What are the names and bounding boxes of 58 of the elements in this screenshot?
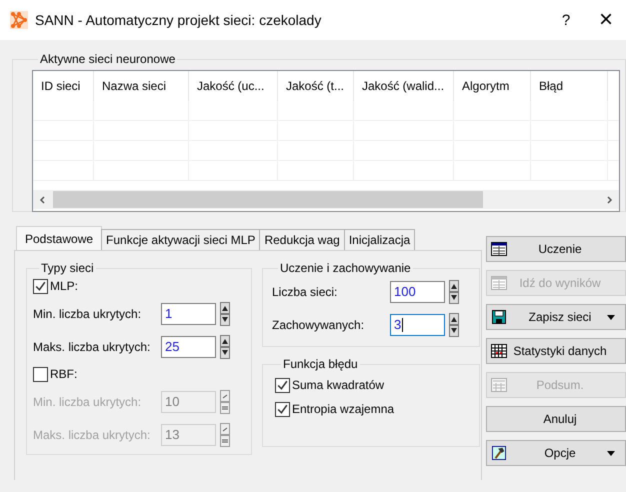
field-label: Liczba sieci:	[272, 284, 338, 298]
network-icon	[10, 11, 28, 29]
field-label: Zachowywanych:	[272, 318, 366, 332]
window-title: SANN - Automatyczny projekt sieci: czekolady	[35, 12, 322, 28]
action-button[interactable]: Uczenie	[486, 236, 626, 262]
spin-arrows-icon[interactable]	[219, 334, 231, 358]
column-header[interactable]: Nazwa sieci	[94, 71, 189, 101]
table-icon	[491, 276, 507, 290]
action-button[interactable]: Zapisz sieci	[486, 304, 626, 330]
tab[interactable]: Funkcje aktywacji sieci MLP	[101, 229, 260, 250]
group-title: Aktywne sieci neuronowe	[39, 52, 176, 66]
column-header[interactable]: Algorytm	[454, 71, 531, 101]
column-header[interactable]: Jakość (uc...	[189, 71, 278, 101]
field-label: Maks. liczba ukrytych:	[33, 428, 152, 442]
group-title: Funkcja błędu	[282, 357, 359, 371]
table-icon	[491, 378, 507, 392]
checkbox[interactable]	[33, 278, 48, 294]
tab[interactable]: Inicjalizacja	[344, 229, 416, 250]
group-title: Uczenie i zachowywanie	[279, 261, 412, 275]
column-header[interactable]: Jakość (walid...	[354, 71, 454, 101]
table-cell	[33, 141, 94, 161]
column-header[interactable]: ID sieci	[33, 71, 94, 101]
table-cell	[33, 101, 94, 121]
spin-arrows-icon[interactable]	[219, 422, 231, 446]
spin-field[interactable]: 100	[390, 280, 445, 302]
scroll-thumb[interactable]	[53, 191, 483, 208]
checkbox[interactable]	[33, 366, 48, 382]
hammer-icon	[491, 446, 507, 460]
spin-arrows-icon[interactable]	[219, 302, 231, 326]
group-title: Typy sieci	[40, 261, 95, 275]
action-button[interactable]: Opcje	[486, 440, 626, 466]
column-header[interactable]: Jakość (t...	[278, 71, 354, 101]
help-button[interactable]: ?	[546, 12, 586, 28]
spin-arrows-icon[interactable]	[219, 390, 231, 414]
field-label: Min. liczba ukrytych:	[33, 394, 142, 408]
checkbox-label: Suma kwadratów	[292, 378, 384, 392]
field-label: Maks. liczba ukrytych:	[33, 340, 152, 354]
action-button[interactable]: Anuluj	[486, 406, 626, 432]
table-cell	[33, 161, 94, 181]
spin-field[interactable]: 1	[161, 302, 216, 324]
checkbox-label: MLP:	[50, 279, 78, 293]
tab[interactable]: Podstawowe	[16, 226, 102, 250]
spin-field[interactable]: 25	[161, 336, 216, 358]
grid-icon	[491, 344, 507, 358]
checkbox[interactable]	[275, 402, 290, 416]
spin-arrows-icon[interactable]	[448, 280, 460, 304]
field-label: Min. liczba ukrytych:	[33, 306, 142, 320]
action-button[interactable]: Statystyki danych	[486, 338, 626, 364]
spin-arrows-icon[interactable]	[448, 312, 460, 336]
table-icon	[491, 242, 507, 256]
checkbox-label: RBF:	[50, 367, 78, 381]
horizontal-scrollbar[interactable]	[33, 190, 619, 209]
close-button[interactable]: ×	[586, 6, 626, 34]
checkbox[interactable]	[275, 378, 290, 392]
table-cell	[33, 121, 94, 141]
column-header[interactable]: Błąd	[531, 71, 608, 101]
spin-field[interactable]: 3	[390, 314, 445, 336]
checkbox-label: Entropia wzajemna	[292, 402, 394, 416]
